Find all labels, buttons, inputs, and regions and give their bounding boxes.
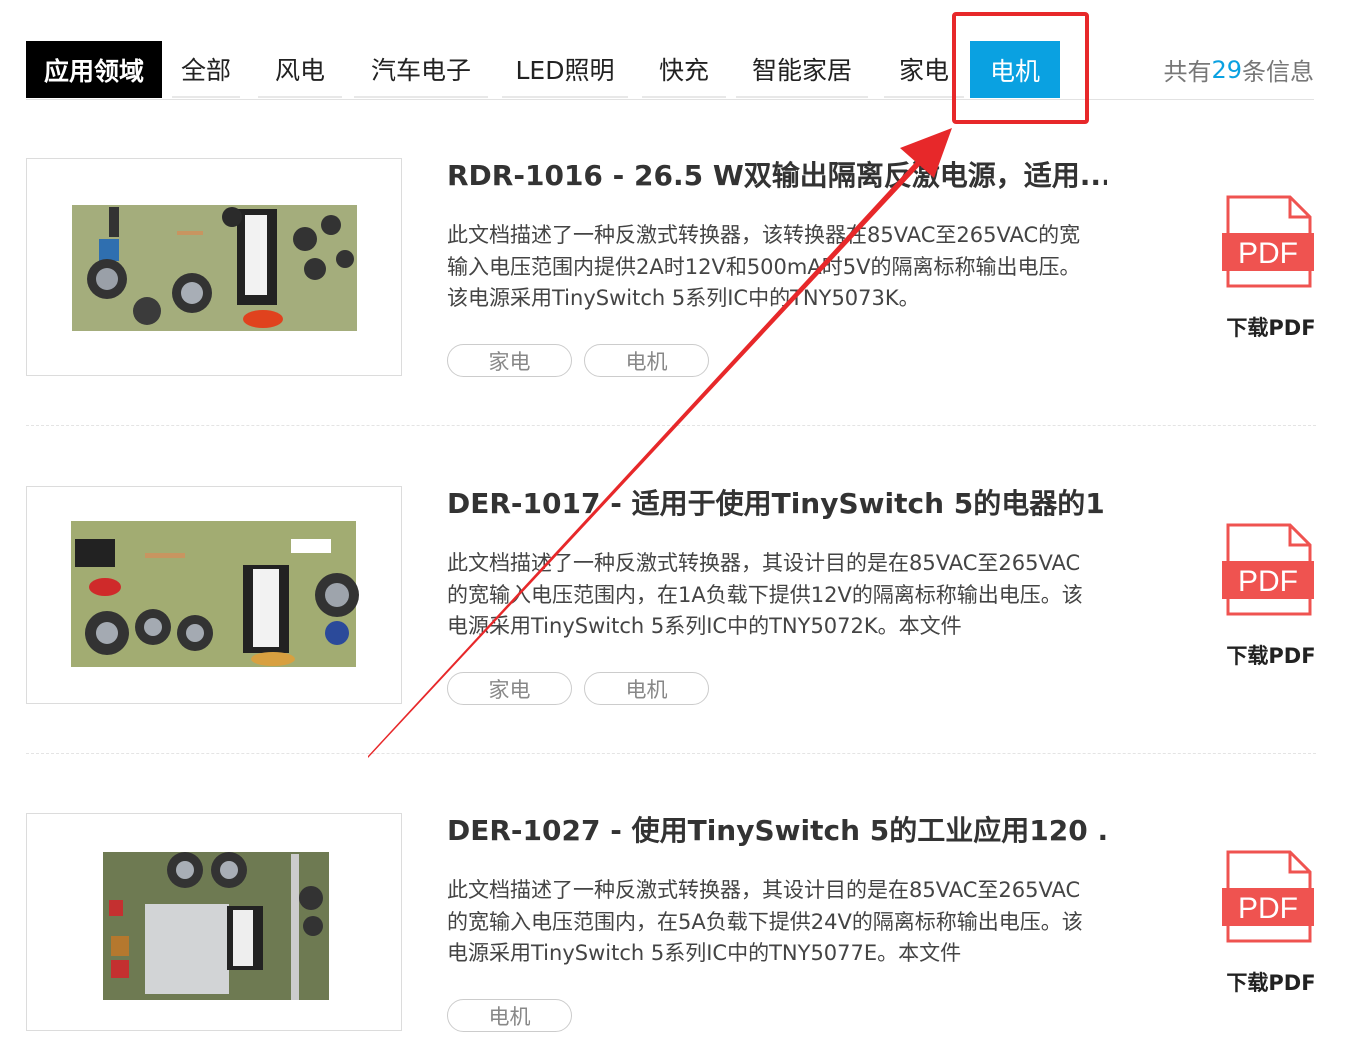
- pcb-board-image: [72, 205, 357, 331]
- tab-automotive[interactable]: 汽车电子: [354, 41, 488, 98]
- count-suffix: 条信息: [1242, 58, 1314, 86]
- list-item: RDR-1016 - 26.5 W双输出隔离反激电源，适用... 此文档描述了一…: [26, 158, 1316, 388]
- divider: [26, 753, 1316, 754]
- item-description: 此文档描述了一种反激式转换器，其设计目的是在85VAC至265VAC的宽输入电压…: [447, 551, 1083, 638]
- category-heading: 应用领域: [26, 41, 162, 98]
- result-count: 共有 29 条信息: [1163, 41, 1314, 98]
- tag-motor[interactable]: 电机: [584, 672, 709, 705]
- product-thumbnail[interactable]: [26, 486, 402, 704]
- download-pdf-link[interactable]: 下载PDF: [1216, 312, 1326, 342]
- tab-all[interactable]: 全部: [172, 41, 240, 98]
- list-item: DER-1027 - 使用TinySwitch 5的工业应用120 ... 此文…: [26, 813, 1316, 1043]
- divider: [26, 425, 1316, 426]
- pcb-board-image: [71, 521, 359, 667]
- list-item: DER-1017 - 适用于使用TinySwitch 5的电器的1... 此文档…: [26, 486, 1316, 716]
- pdf-icon[interactable]: PDF: [1222, 194, 1318, 290]
- count-number: 29: [1211, 55, 1242, 84]
- item-title[interactable]: DER-1027 - 使用TinySwitch 5的工业应用120 ...: [447, 813, 1107, 849]
- pdf-icon-text: PDF: [1238, 892, 1298, 925]
- item-title[interactable]: RDR-1016 - 26.5 W双输出隔离反激电源，适用...: [447, 158, 1107, 194]
- tab-fast-charge[interactable]: 快充: [642, 41, 726, 98]
- pdf-icon-text: PDF: [1238, 565, 1298, 598]
- tab-smart-home[interactable]: 智能家居: [736, 41, 868, 98]
- tag-motor[interactable]: 电机: [447, 999, 572, 1032]
- tag-home-appliance[interactable]: 家电: [447, 672, 572, 705]
- category-tab-bar: 应用领域 全部 风电 汽车电子 LED照明 快充 智能家居 家电 电机 共有 29…: [26, 41, 1314, 100]
- item-description: 此文档描述了一种反激式转换器，其设计目的是在85VAC至265VAC的宽输入电压…: [447, 878, 1083, 965]
- pdf-icon[interactable]: PDF: [1222, 522, 1318, 618]
- product-thumbnail[interactable]: [26, 813, 402, 1031]
- product-thumbnail[interactable]: [26, 158, 402, 376]
- count-prefix: 共有: [1163, 58, 1212, 86]
- item-description: 此文档描述了一种反激式转换器，该转换器在85VAC至265VAC的宽输入电压范围…: [447, 223, 1081, 310]
- tab-led-lighting[interactable]: LED照明: [502, 41, 628, 98]
- tag-home-appliance[interactable]: 家电: [447, 344, 572, 377]
- pdf-icon-text: PDF: [1238, 237, 1298, 270]
- pdf-icon[interactable]: PDF: [1222, 849, 1318, 945]
- item-title[interactable]: DER-1017 - 适用于使用TinySwitch 5的电器的1...: [447, 486, 1107, 522]
- tab-wind-power[interactable]: 风电: [258, 41, 342, 98]
- tag-list: 家电 电机: [447, 344, 709, 377]
- pcb-board-image: [103, 852, 329, 1000]
- tag-motor[interactable]: 电机: [584, 344, 709, 377]
- download-pdf-link[interactable]: 下载PDF: [1216, 640, 1326, 670]
- download-pdf-link[interactable]: 下载PDF: [1216, 967, 1326, 997]
- tag-list: 家电 电机: [447, 672, 709, 705]
- highlight-box: [952, 12, 1089, 124]
- tag-list: 电机: [447, 999, 572, 1032]
